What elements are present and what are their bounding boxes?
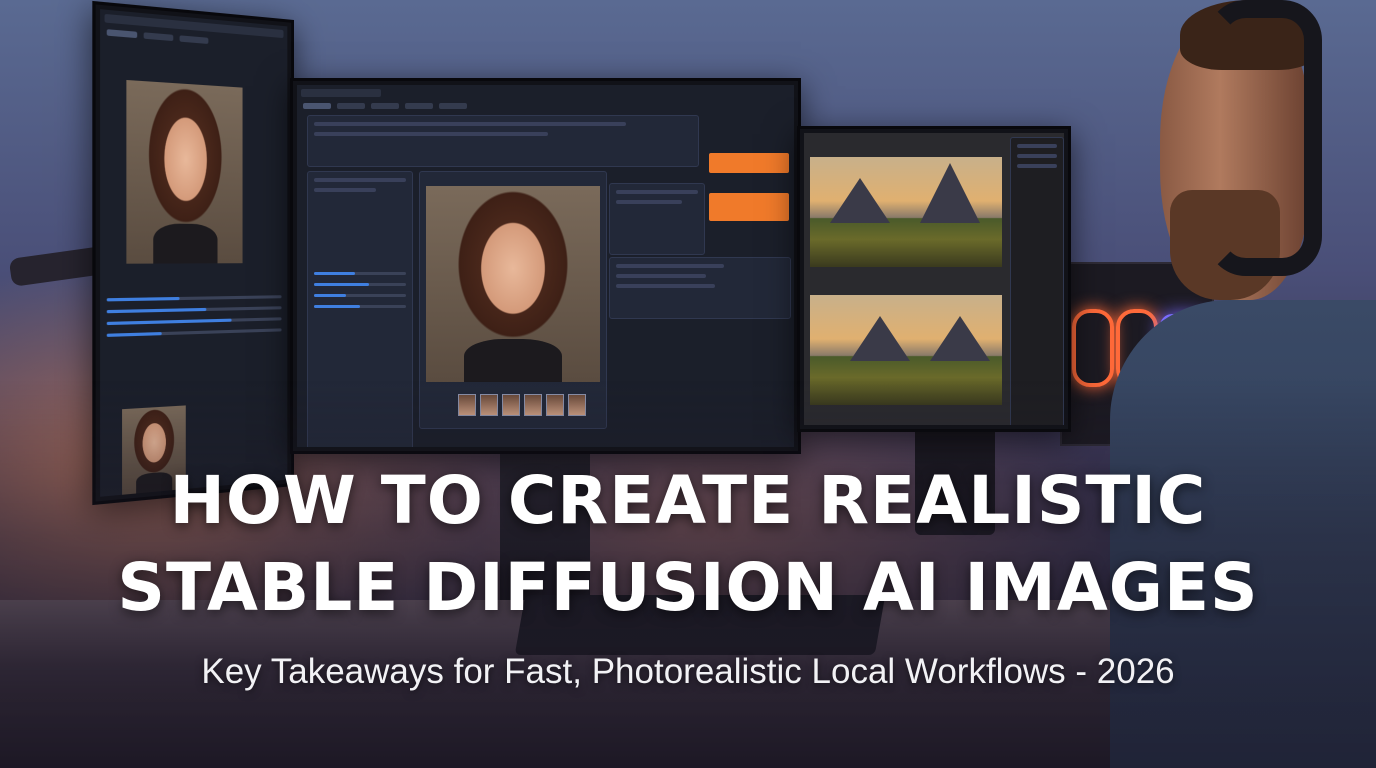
headline-line-1: HOW TO CREATE REALISTIC: [169, 462, 1207, 539]
ui-tab: [106, 29, 138, 39]
ui-tab: [179, 35, 209, 44]
slider-group: [100, 287, 287, 346]
ui-tab: [143, 32, 174, 42]
ui-tab: [303, 103, 331, 109]
headline-line-2: STABLE DIFFUSION AI IMAGES: [117, 549, 1259, 626]
slider: [106, 306, 282, 314]
headphones-icon: [1206, 0, 1322, 276]
ui-tab: [371, 103, 399, 109]
ui-tab: [405, 103, 433, 109]
prompt-box: [307, 115, 699, 167]
subtitle: Key Takeaways for Fast, Photorealistic L…: [201, 652, 1175, 691]
landscape-image: [810, 157, 1002, 267]
slider: [106, 295, 282, 302]
title-bar: [301, 89, 381, 97]
ui-tab: [439, 103, 467, 109]
slider: [106, 328, 282, 337]
list-panel: [609, 257, 791, 319]
fan-light-icon: [1072, 309, 1114, 387]
generate-button: [709, 193, 789, 221]
generate-button: [709, 153, 789, 173]
portrait-image: [126, 79, 243, 264]
tab-strip: [297, 101, 794, 111]
options-panel: [609, 183, 705, 255]
slider: [106, 317, 282, 326]
ui-tab: [337, 103, 365, 109]
generated-portrait: [426, 186, 600, 383]
